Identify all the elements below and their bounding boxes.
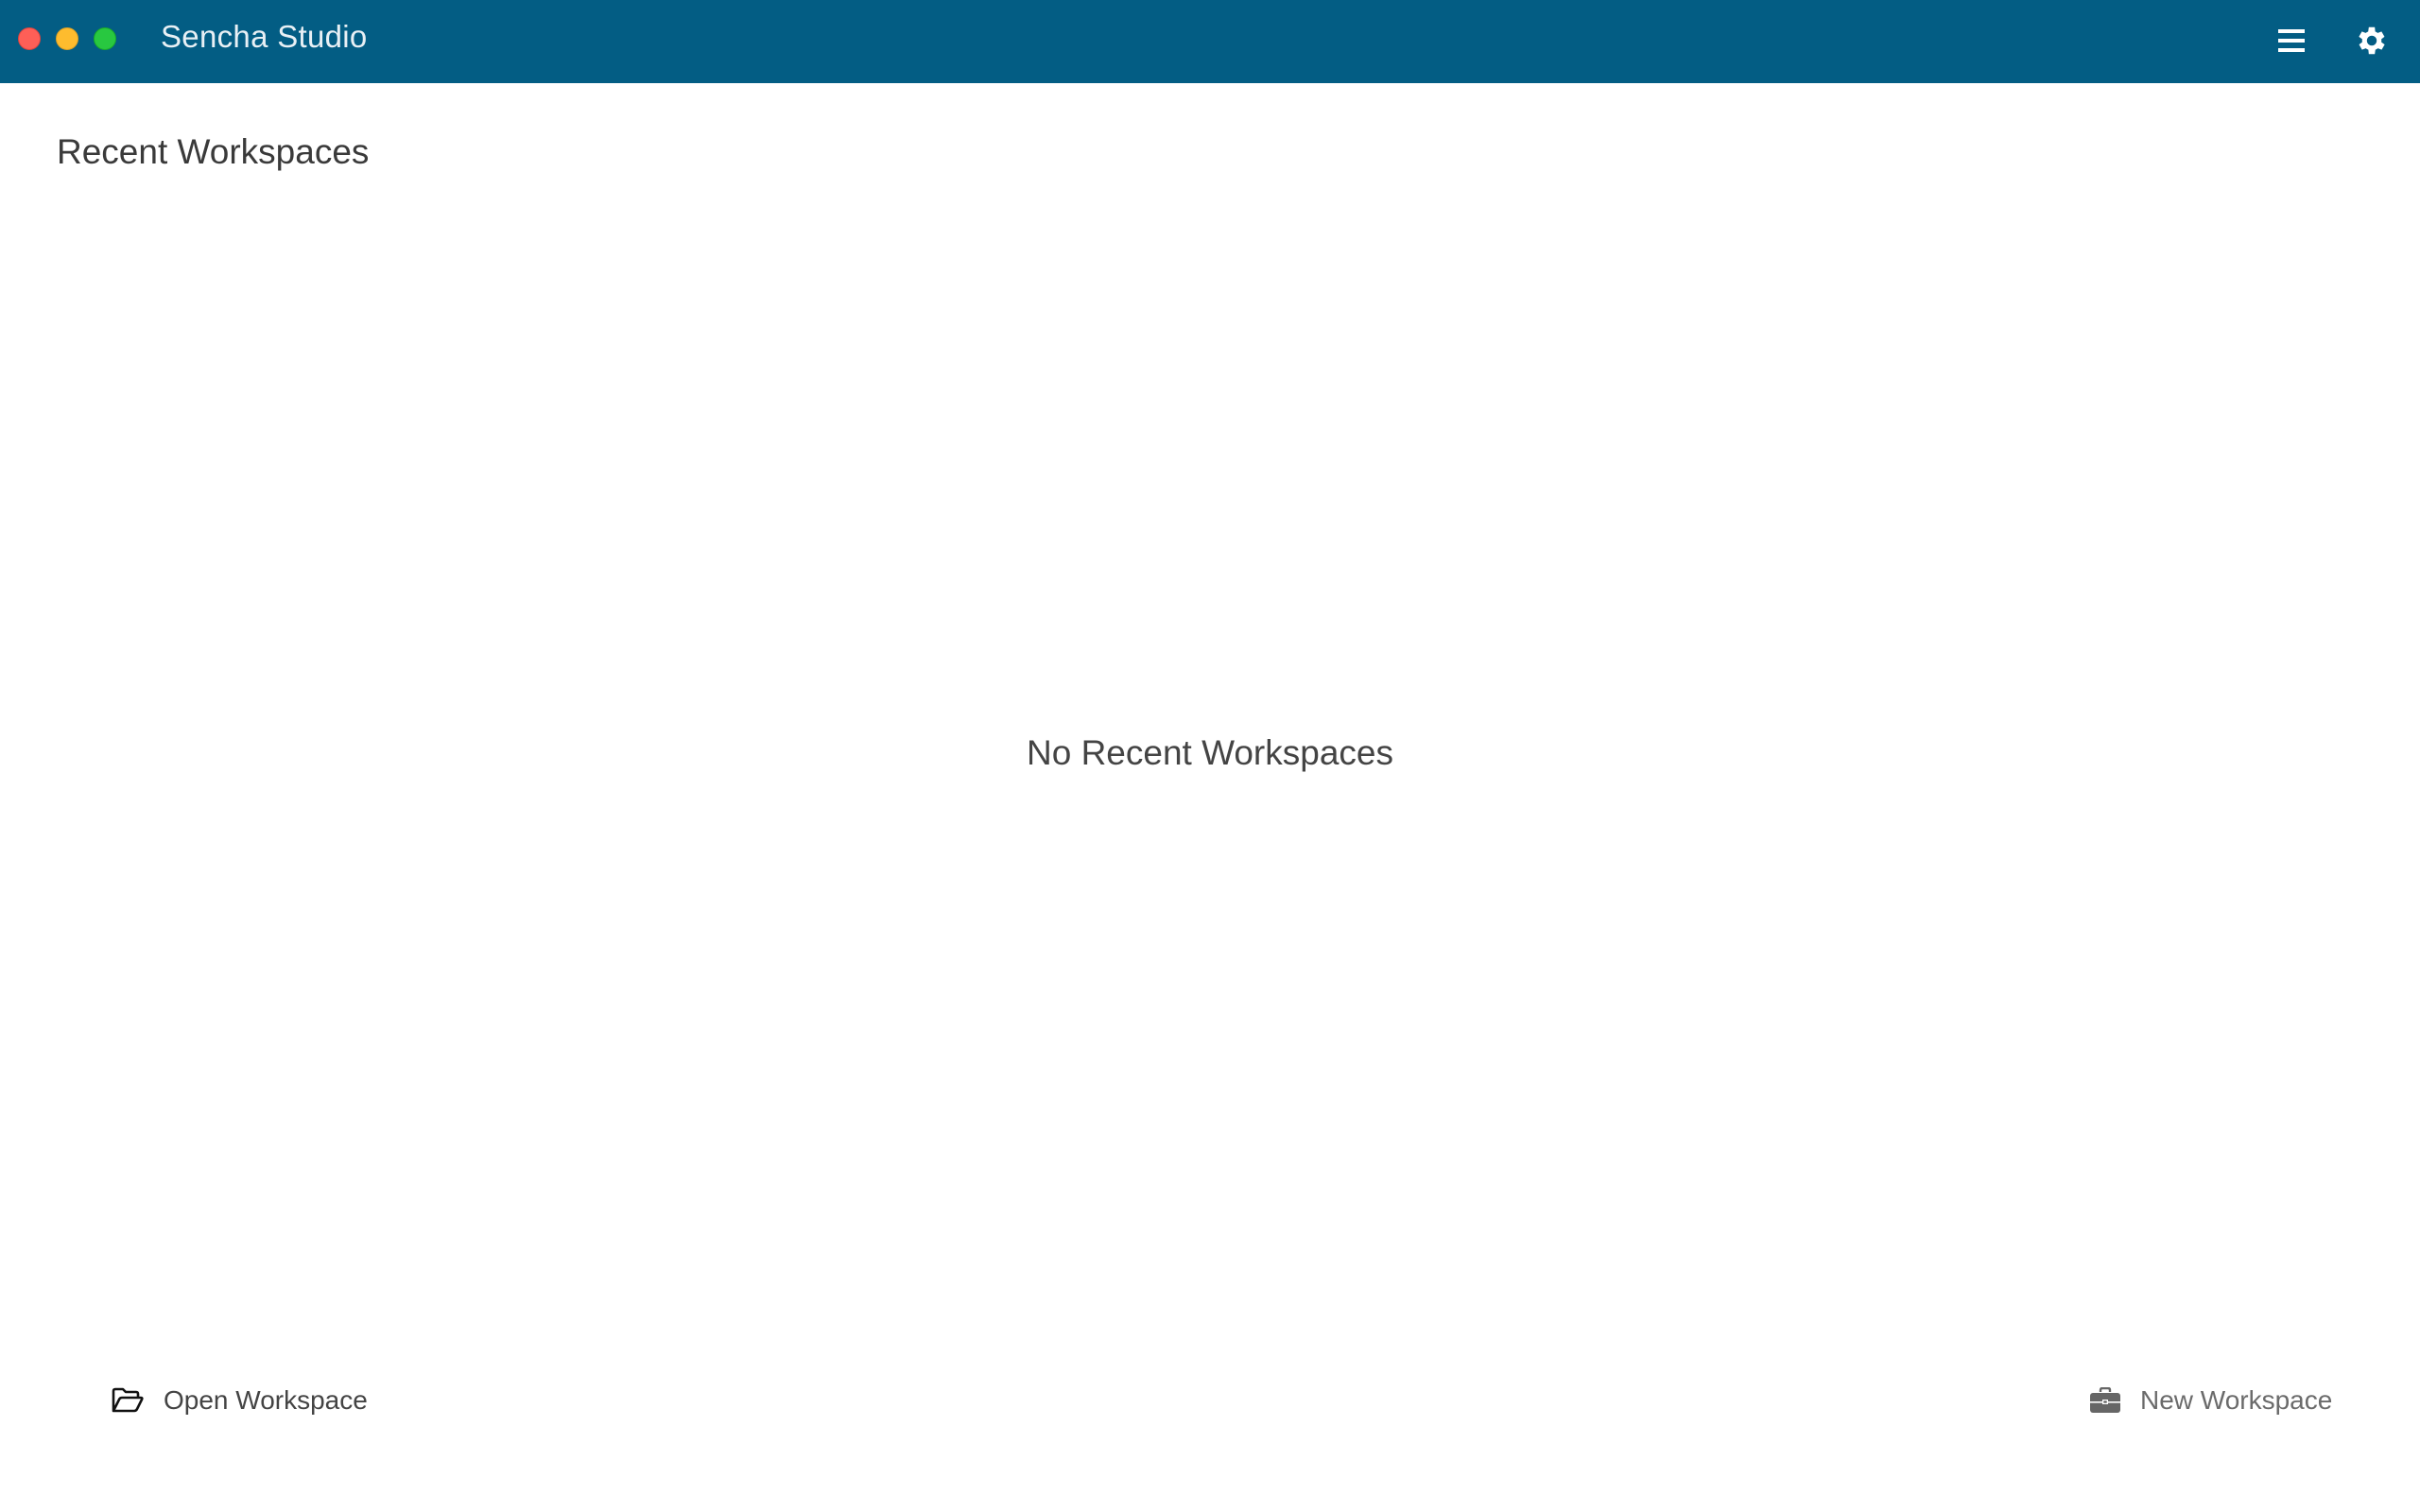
briefcase-icon [2090, 1387, 2120, 1413]
gear-icon[interactable] [2354, 23, 2390, 59]
window-minimize-button[interactable] [56, 27, 78, 50]
recent-workspaces-heading: Recent Workspaces [57, 132, 370, 171]
open-workspace-label: Open Workspace [164, 1385, 368, 1415]
title-bar: Sencha Studio [0, 0, 2420, 83]
open-workspace-button[interactable]: Open Workspace [111, 1385, 368, 1416]
new-workspace-label: New Workspace [2140, 1385, 2333, 1415]
folder-open-icon [112, 1387, 144, 1413]
hamburger-menu-icon[interactable] [2273, 25, 2310, 57]
window-close-button[interactable] [18, 27, 41, 50]
window-maximize-button[interactable] [94, 27, 116, 50]
app-title: Sencha Studio [161, 19, 368, 54]
new-workspace-button[interactable]: New Workspace [2089, 1385, 2332, 1416]
empty-state-message: No Recent Workspaces [1027, 733, 1393, 772]
